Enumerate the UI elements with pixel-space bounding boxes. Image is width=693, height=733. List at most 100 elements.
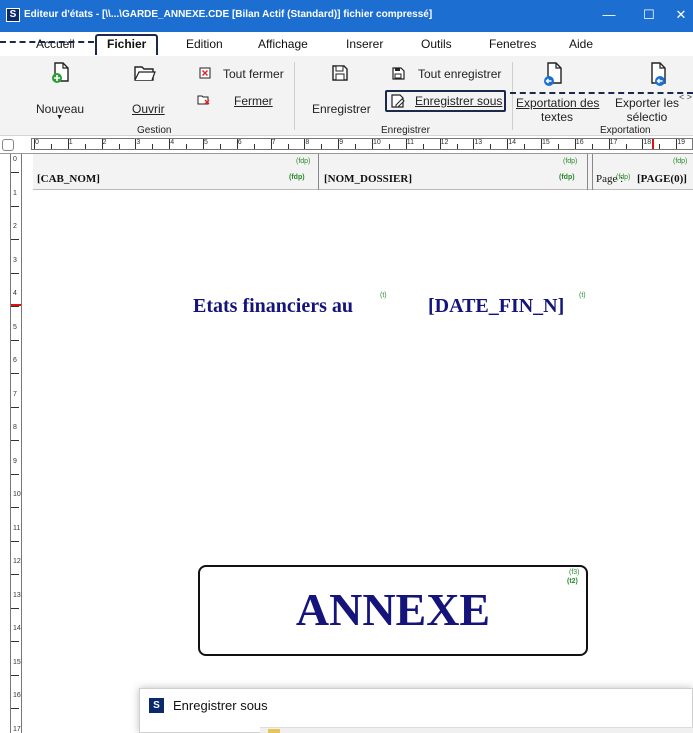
save-as-dialog[interactable]: S Enregistrer sous [139, 688, 693, 733]
ruler-tick [11, 373, 19, 374]
ruler-tick [67, 139, 69, 149]
ruler-tick [11, 272, 19, 274]
ruler-tick [101, 139, 103, 149]
ouvrir-button[interactable]: Ouvrir [132, 102, 165, 116]
menu-fichier[interactable]: Fichier [95, 34, 159, 55]
ruler-tick [11, 507, 19, 508]
title-bar: S Editeur d'états - [\\...\GARDE_ANNEXE.… [0, 0, 693, 32]
ruler-half-tick [524, 144, 526, 149]
ruler-half-tick [490, 144, 492, 149]
dossier-tag-bottom: (fdp) [559, 174, 575, 181]
tout-enregistrer-button[interactable]: Tout enregistrer [418, 67, 501, 81]
app-logo-icon: S [6, 8, 20, 22]
dialog-address-bar[interactable] [260, 727, 693, 733]
ruler-half-tick [152, 144, 154, 149]
ruler-position-marker [11, 304, 21, 306]
export-selection-icon[interactable] [647, 62, 669, 86]
close-button[interactable]: ✕ [668, 4, 693, 26]
ruler-tick [439, 139, 441, 149]
exportation-textes-line2: textes [540, 110, 573, 124]
menu-bar: Accueil Fichier Edition Affichage Insere… [0, 32, 693, 56]
ruler-half-tick [84, 144, 86, 149]
nom-dossier-field[interactable]: [NOM_DOSSIER] [324, 173, 412, 185]
ruler-number: 18 [643, 139, 652, 146]
header-divider [587, 154, 588, 190]
ruler-tick [541, 139, 542, 149]
window-title: Editeur d'états - [\\...\GARDE_ANNEXE.CD… [24, 9, 433, 20]
menu-fenetres[interactable]: Fenetres [489, 35, 536, 53]
ruler-number: 13 [13, 591, 21, 599]
menu-inserer[interactable]: Inserer [346, 35, 383, 53]
page-tag-top: (fdp) [673, 158, 688, 165]
etats-tag: (t) [380, 292, 387, 299]
ruler-number: 1 [13, 189, 17, 197]
ruler-tick [473, 139, 475, 149]
ruler-tick [642, 139, 644, 149]
fermer-button[interactable]: Fermer [234, 94, 273, 108]
report-page: [CAB_NOM] (fdp) (fdp) [NOM_DOSSIER] (fdp… [22, 154, 693, 733]
ruler-tick [11, 473, 19, 475]
ruler-tick [135, 139, 137, 149]
ruler-number: 8 [305, 139, 310, 146]
enregistrer-sous-button[interactable]: Enregistrer sous [415, 94, 502, 108]
ruler-tick [203, 139, 204, 149]
enregistrer-button[interactable]: Enregistrer [312, 102, 371, 116]
ruler-tick [11, 607, 19, 609]
menu-accueil[interactable]: Accueil [36, 35, 75, 53]
close-file-icon[interactable] [197, 94, 211, 106]
dropdown-arrow-icon[interactable]: ▼ [56, 114, 63, 121]
ruler-tick [169, 139, 171, 149]
export-texts-icon[interactable] [543, 62, 565, 86]
exporter-selection-button[interactable]: Exporter les sélectio [608, 96, 686, 124]
ribbon: Nouveau ▼ Ouvrir Tout fermer Fermer Gest… [0, 56, 693, 136]
dashed-connector-right [510, 92, 693, 94]
menu-affichage[interactable]: Affichage [258, 35, 308, 53]
page-number-field[interactable]: [PAGE(0)] [637, 173, 687, 185]
ruler-number: 19 [677, 139, 685, 146]
annexe-tag-t2: (t2) [567, 578, 578, 585]
etats-financiers-title[interactable]: Etats financiers au [193, 295, 353, 318]
ruler-number: 9 [339, 139, 344, 146]
ruler-tick [608, 139, 610, 149]
menu-aide[interactable]: Aide [569, 35, 593, 53]
date-fin-field[interactable]: [DATE_FIN_N] [428, 295, 564, 318]
save-as-icon[interactable] [391, 94, 405, 108]
ruler-tick [236, 139, 238, 149]
ruler-number: 3 [136, 139, 141, 146]
maximize-button[interactable]: ☐ [636, 4, 662, 26]
ruler-number: 9 [13, 457, 17, 465]
ruler-number: 1 [68, 139, 73, 146]
ruler-half-tick [186, 144, 188, 149]
minimize-button[interactable]: — [596, 4, 622, 26]
save-icon[interactable] [331, 64, 349, 82]
group-enregistrer-label: Enregistrer [381, 125, 430, 136]
ruler-number: 5 [13, 323, 17, 331]
new-document-icon[interactable] [51, 62, 71, 84]
annexe-frame[interactable]: ANNEXE (f3) (t2) [198, 565, 588, 656]
ruler-number: 16 [13, 692, 21, 699]
ruler-half-tick [625, 144, 627, 149]
ruler-half-tick [388, 144, 390, 149]
ruler-half-tick [321, 144, 323, 149]
ruler-number: 4 [13, 290, 17, 297]
ruler-tick [11, 239, 19, 240]
annexe-title[interactable]: ANNEXE [200, 583, 586, 636]
group-exportation-label: Exportation [600, 125, 651, 136]
open-folder-icon[interactable] [134, 64, 156, 82]
exportation-textes-button[interactable]: Exportation des textes [516, 96, 599, 124]
dialog-app-icon: S [149, 698, 164, 713]
ruler-half-tick [659, 144, 661, 149]
menu-edition[interactable]: Edition [186, 35, 223, 53]
close-all-icon[interactable] [199, 67, 211, 79]
ruler-tick [338, 139, 340, 149]
ruler-tick [304, 139, 306, 149]
ruler-tick [11, 574, 19, 575]
ruler-tick [34, 139, 35, 149]
save-all-icon[interactable] [392, 67, 405, 80]
ruler-number: 0 [13, 156, 17, 163]
menu-outils[interactable]: Outils [421, 35, 452, 53]
tout-fermer-button[interactable]: Tout fermer [223, 67, 284, 81]
cab-nom-field[interactable]: [CAB_NOM] [37, 173, 100, 185]
exporter-selection-line1: Exporter les [614, 96, 680, 110]
ruler-corner[interactable] [2, 139, 14, 151]
